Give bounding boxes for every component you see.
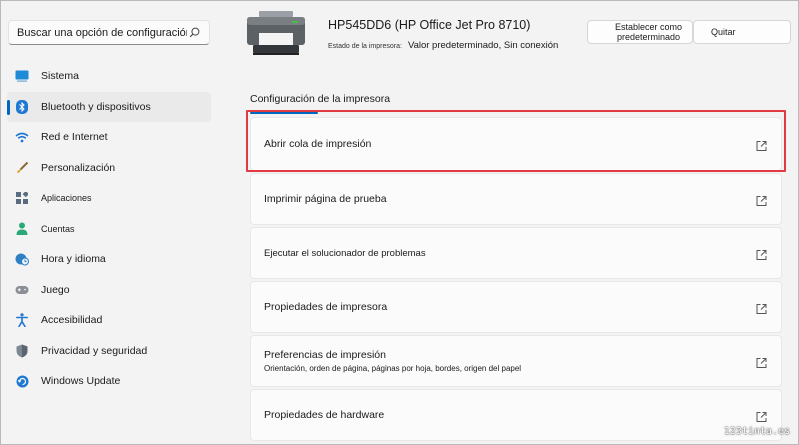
wifi-icon [15, 130, 29, 144]
sidebar-item-privacidad[interactable]: Privacidad y seguridad [7, 336, 211, 367]
globe-clock-icon [15, 252, 29, 266]
sidebar-nav: Sistema Bluetooth y dispositivos Red e I… [7, 61, 211, 397]
external-link-icon [756, 194, 767, 206]
sidebar-item-juego[interactable]: Juego [7, 275, 211, 306]
search-icon[interactable] [187, 26, 201, 40]
card-label: Abrir cola de impresión [264, 138, 372, 150]
bluetooth-icon [15, 99, 29, 114]
update-icon [15, 374, 29, 388]
card-label: Preferencias de impresión [264, 349, 386, 361]
sidebar-item-cuentas[interactable]: Cuentas [7, 214, 211, 245]
shield-icon [15, 344, 29, 358]
printing-preferences-card[interactable]: Preferencias de impresión Orientación, o… [250, 335, 782, 387]
sidebar-item-personalizacion[interactable]: Personalización [7, 153, 211, 184]
card-description: Orientación, orden de página, páginas po… [264, 364, 522, 373]
sidebar-item-accesibilidad[interactable]: Accesibilidad [7, 305, 211, 336]
sidebar-item-label: Bluetooth y dispositivos [41, 100, 151, 113]
external-link-icon [756, 410, 767, 422]
person-icon [15, 222, 29, 236]
print-test-page-card[interactable]: Imprimir página de prueba [250, 173, 782, 225]
sidebar-item-label: Accesibilidad [41, 314, 103, 327]
status-label: Estado de la impresora: [328, 43, 402, 50]
external-link-icon [756, 248, 767, 260]
sidebar-item-hora-idioma[interactable]: Hora y idioma [7, 244, 211, 275]
sidebar-item-aplicaciones[interactable]: Aplicaciones [7, 183, 211, 214]
run-troubleshooter-card[interactable]: Ejecutar el solucionador de problemas [250, 227, 782, 279]
section-underline [250, 112, 318, 114]
remove-button[interactable]: Quitar [693, 20, 791, 44]
sidebar-item-label: Red e Internet [41, 131, 108, 144]
sidebar-item-label: Aplicaciones [41, 193, 92, 204]
sidebar-item-sistema[interactable]: Sistema [7, 61, 211, 92]
external-link-icon [756, 356, 767, 368]
monitor-icon [15, 69, 29, 83]
printer-icon [245, 11, 307, 55]
printer-status: Estado de la impresora: Valor predetermi… [328, 40, 558, 51]
card-label: Propiedades de hardware [264, 409, 385, 421]
card-label: Propiedades de impresora [264, 301, 388, 313]
printer-properties-card[interactable]: Propiedades de impresora [250, 281, 782, 333]
card-label: Ejecutar el solucionador de problemas [264, 247, 426, 259]
external-link-icon [756, 139, 767, 151]
sidebar-item-label: Privacidad y seguridad [41, 344, 148, 357]
sidebar-item-label: Cuentas [41, 223, 75, 234]
gamepad-icon [15, 283, 29, 297]
printer-name: HP545DD6 (HP Office Jet Pro 8710) [328, 18, 531, 32]
external-link-icon [756, 302, 767, 314]
sidebar-item-red[interactable]: Red e Internet [7, 122, 211, 153]
section-title: Configuración de la impresora [250, 93, 391, 105]
watermark: 123tinta.es [723, 426, 790, 437]
open-print-queue-card[interactable]: Abrir cola de impresión [250, 117, 782, 171]
sidebar-item-bluetooth[interactable]: Bluetooth y dispositivos [7, 91, 211, 122]
search-input[interactable] [17, 26, 187, 39]
settings-window: Sistema Bluetooth y dispositivos Red e I… [0, 0, 799, 445]
search-box[interactable] [8, 20, 210, 45]
sidebar-item-label: Hora y idioma [41, 253, 106, 266]
brush-icon [15, 161, 29, 175]
status-value: Valor predeterminado, Sin conexión [407, 40, 559, 51]
sidebar-item-label: Personalización [41, 161, 116, 174]
card-label: Imprimir página de prueba [264, 193, 387, 205]
apps-icon [15, 191, 29, 205]
sidebar-item-label: Windows Update [41, 375, 121, 388]
sidebar-item-label: Sistema [41, 70, 79, 83]
sidebar-item-windows-update[interactable]: Windows Update [7, 366, 211, 397]
accessibility-icon [15, 313, 29, 328]
set-default-button[interactable]: Establecer como predeterminado [587, 20, 693, 44]
sidebar-item-label: Juego [41, 283, 70, 296]
hardware-properties-card[interactable]: Propiedades de hardware [250, 389, 782, 441]
